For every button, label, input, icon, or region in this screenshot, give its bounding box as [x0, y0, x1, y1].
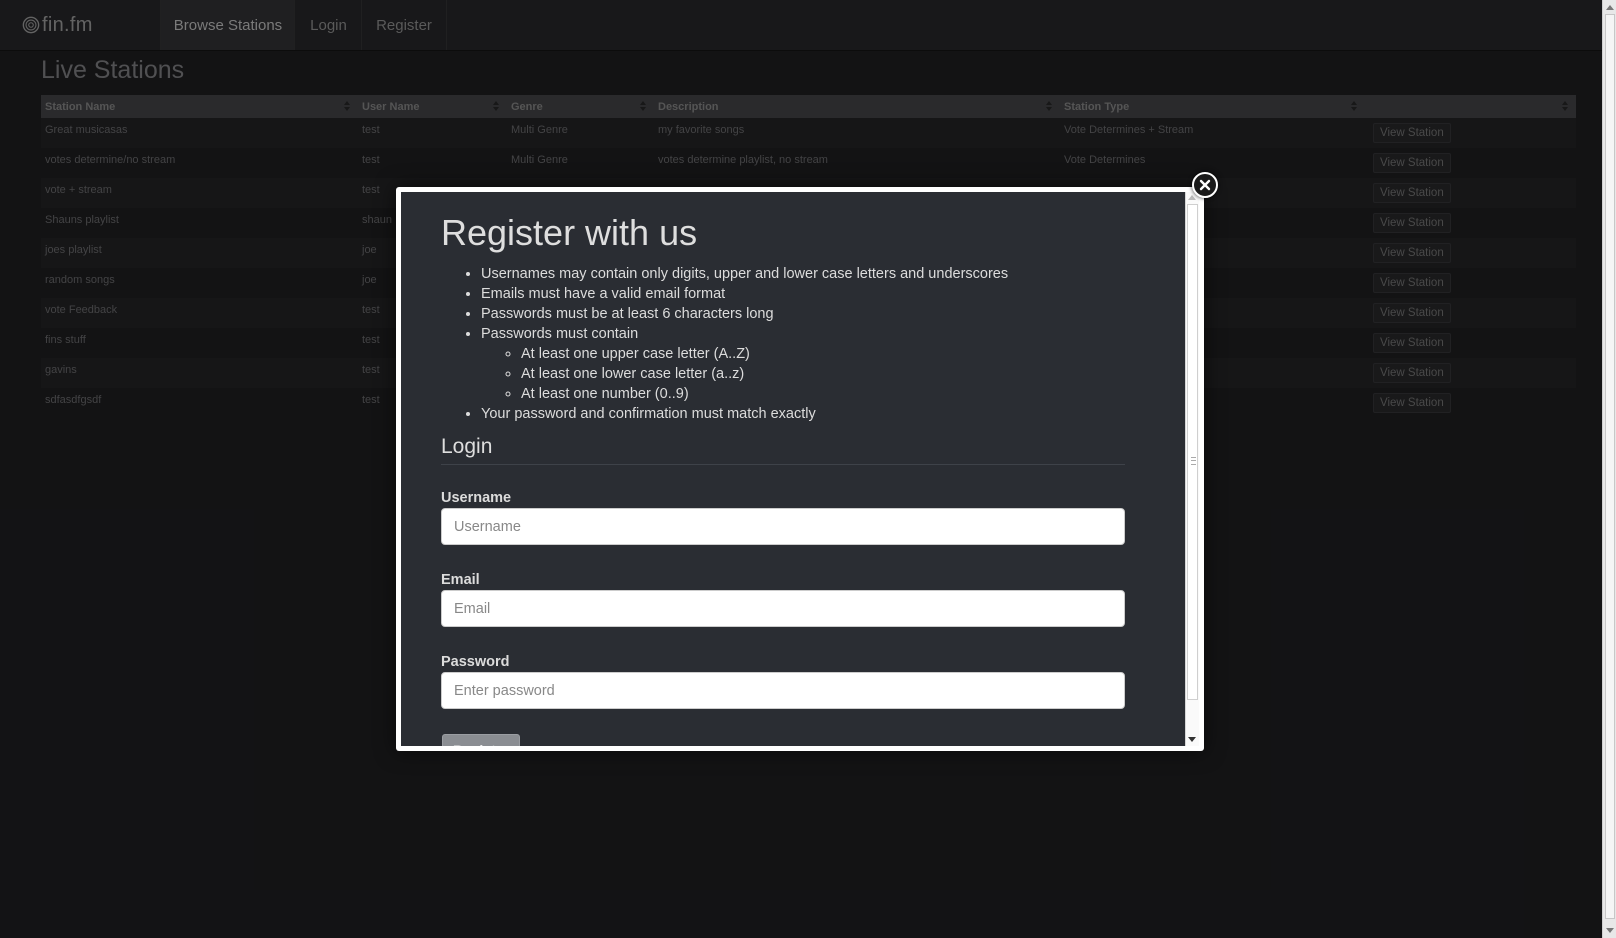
- username-label: Username: [441, 490, 512, 506]
- window-scrollbar[interactable]: [1602, 0, 1616, 938]
- section-heading: Login: [441, 435, 493, 458]
- scroll-down-arrow-icon[interactable]: [1606, 928, 1614, 933]
- rule-text: Passwords must contain: [481, 326, 639, 342]
- rule-item: Emails must have a valid email format: [481, 284, 1008, 304]
- close-icon: [1199, 179, 1211, 191]
- username-input[interactable]: [441, 508, 1125, 545]
- scrollbar-thumb[interactable]: [1187, 204, 1198, 700]
- sub-rule-item: At least one upper case letter (A..Z): [521, 344, 1008, 364]
- password-label: Password: [441, 654, 510, 670]
- modal-close-button[interactable]: [1192, 172, 1218, 198]
- register-submit-button[interactable]: Register: [442, 734, 520, 746]
- email-label: Email: [441, 572, 480, 588]
- scrollbar-thumb[interactable]: [1605, 14, 1615, 919]
- scroll-up-arrow-icon[interactable]: [1188, 195, 1196, 200]
- scrollbar-grip-icon: [1191, 457, 1196, 465]
- modal-title: Register with us: [441, 212, 698, 253]
- email-input[interactable]: [441, 590, 1125, 627]
- scroll-down-arrow-icon[interactable]: [1188, 737, 1196, 742]
- section-divider: [441, 464, 1125, 465]
- scroll-up-arrow-icon[interactable]: [1606, 5, 1614, 10]
- rule-item: Passwords must contain At least one uppe…: [481, 324, 1008, 404]
- sub-rules-list: At least one upper case letter (A..Z) At…: [481, 344, 1008, 404]
- modal-content: Register with us Usernames may contain o…: [401, 192, 1185, 746]
- register-modal: Register with us Usernames may contain o…: [396, 187, 1204, 751]
- password-input[interactable]: [441, 672, 1125, 709]
- rules-list: Usernames may contain only digits, upper…: [441, 264, 1008, 424]
- modal-scrollbar[interactable]: [1185, 192, 1199, 746]
- sub-rule-item: At least one lower case letter (a..z): [521, 364, 1008, 384]
- rule-item: Usernames may contain only digits, upper…: [481, 264, 1008, 284]
- rule-item: Your password and confirmation must matc…: [481, 404, 1008, 424]
- sub-rule-item: At least one number (0..9): [521, 384, 1008, 404]
- rule-item: Passwords must be at least 6 characters …: [481, 304, 1008, 324]
